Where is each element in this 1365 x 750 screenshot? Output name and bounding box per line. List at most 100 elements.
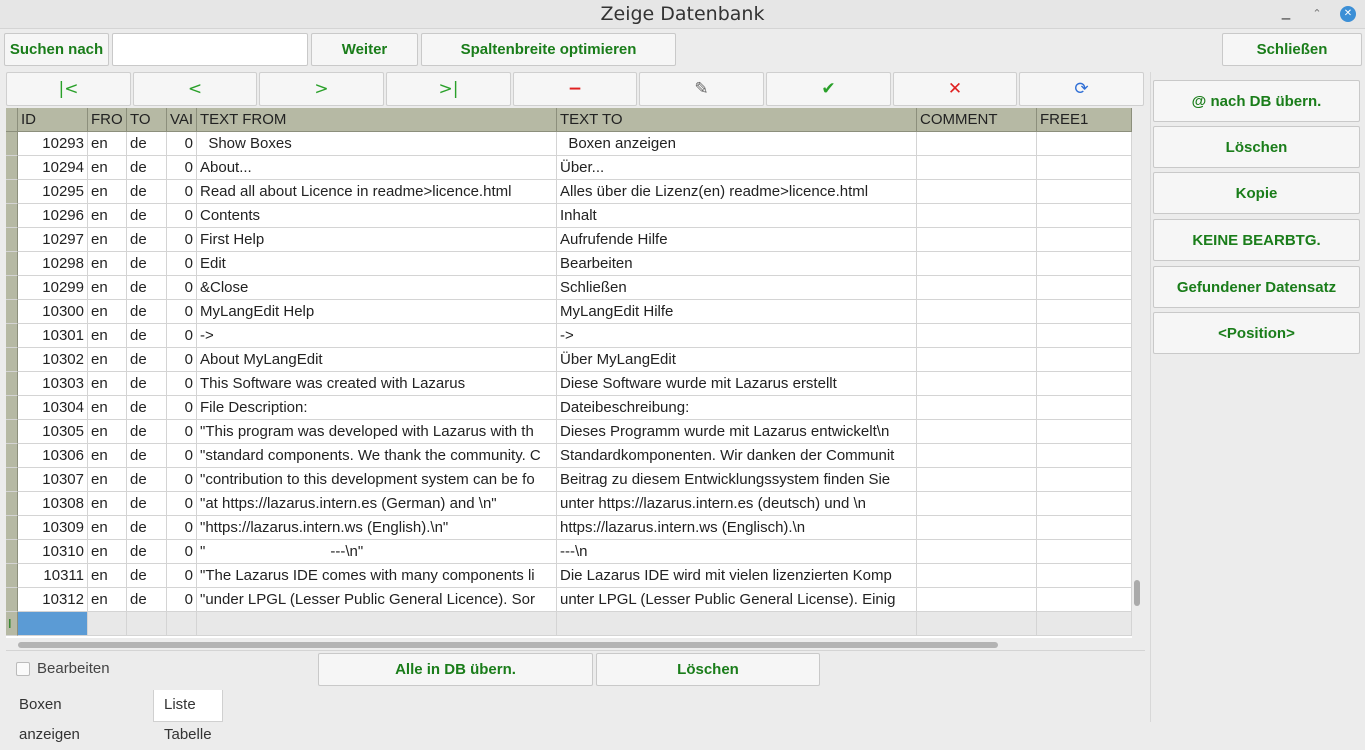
table-cell[interactable]: 0 xyxy=(167,564,197,588)
table-cell[interactable]: en xyxy=(88,564,127,588)
table-cell[interactable]: unter https://lazarus.intern.es (deutsch… xyxy=(557,492,917,516)
table-cell[interactable]: Contents xyxy=(197,204,557,228)
table-cell[interactable]: 0 xyxy=(167,492,197,516)
table-row[interactable]: 10296 en de 0 Contents Inhalt xyxy=(6,204,1132,228)
tab-list-table[interactable]: Liste Tabelle xyxy=(153,690,223,743)
table-cell[interactable]: en xyxy=(88,300,127,324)
table-cell[interactable]: en xyxy=(88,228,127,252)
table-cell[interactable]: 0 xyxy=(167,540,197,564)
table-cell[interactable]: en xyxy=(88,132,127,156)
row-indicator[interactable] xyxy=(6,468,18,492)
table-cell[interactable]: 0 xyxy=(167,300,197,324)
table-cell[interactable]: 10299 xyxy=(18,276,88,300)
column-header[interactable]: TO xyxy=(127,108,167,132)
table-cell[interactable]: Show Boxes xyxy=(197,132,557,156)
table-cell[interactable]: Diese Software wurde mit Lazarus erstell… xyxy=(557,372,917,396)
table-cell[interactable]: en xyxy=(88,444,127,468)
table-cell[interactable]: 0 xyxy=(167,276,197,300)
table-cell[interactable]: File Description: xyxy=(197,396,557,420)
apply-to-db-button[interactable]: @ nach DB übern. xyxy=(1153,80,1360,122)
first-record-button[interactable]: |< xyxy=(6,72,131,106)
column-header[interactable]: COMMENT xyxy=(917,108,1037,132)
table-cell[interactable]: Inhalt xyxy=(557,204,917,228)
table-cell[interactable]: en xyxy=(88,276,127,300)
table-cell[interactable]: 0 xyxy=(167,396,197,420)
table-cell[interactable]: 10311 xyxy=(18,564,88,588)
row-indicator[interactable] xyxy=(6,156,18,180)
search-label-button[interactable]: Suchen nach xyxy=(4,33,109,66)
optimize-columns-button[interactable]: Spaltenbreite optimieren xyxy=(421,33,676,66)
table-cell[interactable] xyxy=(1037,252,1132,276)
table-cell[interactable]: en xyxy=(88,156,127,180)
edit-checkbox[interactable] xyxy=(16,662,30,676)
table-cell[interactable] xyxy=(1037,132,1132,156)
column-header[interactable]: FRO xyxy=(88,108,127,132)
table-row[interactable]: 10306 en de 0 "standard components. We thank… xyxy=(6,444,1132,468)
row-indicator[interactable] xyxy=(6,276,18,300)
table-cell[interactable]: Über MyLangEdit xyxy=(557,348,917,372)
post-record-button[interactable]: ✔ xyxy=(766,72,891,106)
table-cell[interactable]: de xyxy=(127,516,167,540)
table-row[interactable]: 10307 en de 0 "contribution to this developm… xyxy=(6,468,1132,492)
table-cell[interactable] xyxy=(917,276,1037,300)
table-cell[interactable]: 10301 xyxy=(18,324,88,348)
delete-all-button[interactable]: Löschen xyxy=(596,653,820,686)
table-cell[interactable] xyxy=(127,612,167,636)
table-cell[interactable] xyxy=(1037,396,1132,420)
row-indicator[interactable] xyxy=(6,564,18,588)
table-cell[interactable] xyxy=(1037,348,1132,372)
table-cell[interactable]: 10310 xyxy=(18,540,88,564)
table-cell[interactable]: de xyxy=(127,468,167,492)
table-cell[interactable]: &Close xyxy=(197,276,557,300)
table-cell[interactable]: de xyxy=(127,492,167,516)
row-indicator[interactable] xyxy=(6,420,18,444)
table-cell[interactable] xyxy=(1037,492,1132,516)
table-cell[interactable]: en xyxy=(88,324,127,348)
next-button[interactable]: Weiter xyxy=(311,33,418,66)
table-cell[interactable]: de xyxy=(127,588,167,612)
copy-button[interactable]: Kopie xyxy=(1153,172,1360,214)
table-cell[interactable]: de xyxy=(127,564,167,588)
table-row[interactable]: 10302 en de 0 About MyLangEdit Über MyLangEdi… xyxy=(6,348,1132,372)
table-cell[interactable]: 0 xyxy=(167,132,197,156)
table-cell[interactable]: 10308 xyxy=(18,492,88,516)
delete-button[interactable]: Löschen xyxy=(1153,126,1360,168)
table-cell[interactable]: Beitrag zu diesem Entwicklungssystem fin… xyxy=(557,468,917,492)
table-cell[interactable]: 10296 xyxy=(18,204,88,228)
table-cell[interactable]: First Help xyxy=(197,228,557,252)
table-cell[interactable]: 10297 xyxy=(18,228,88,252)
table-cell[interactable] xyxy=(1037,180,1132,204)
table-row[interactable]: 10308 en de 0 "at https://lazarus.intern.es … xyxy=(6,492,1132,516)
row-indicator[interactable] xyxy=(6,372,18,396)
row-indicator[interactable] xyxy=(6,180,18,204)
table-cell[interactable] xyxy=(917,180,1037,204)
row-indicator[interactable] xyxy=(6,204,18,228)
table-cell[interactable] xyxy=(557,612,917,636)
table-cell[interactable]: 10295 xyxy=(18,180,88,204)
table-row[interactable]: 10312 en de 0 "under LPGL (Lesser Public Gen… xyxy=(6,588,1132,612)
table-cell[interactable]: de xyxy=(127,204,167,228)
table-cell[interactable]: en xyxy=(88,468,127,492)
table-cell[interactable]: 0 xyxy=(167,324,197,348)
table-row[interactable]: 10305 en de 0 "This program was developed wi… xyxy=(6,420,1132,444)
table-cell[interactable] xyxy=(917,588,1037,612)
table-cell[interactable] xyxy=(917,420,1037,444)
table-cell[interactable]: en xyxy=(88,348,127,372)
table-cell[interactable]: 10312 xyxy=(18,588,88,612)
table-cell[interactable]: 10305 xyxy=(18,420,88,444)
row-indicator[interactable] xyxy=(6,132,18,156)
new-record-row[interactable]: I xyxy=(6,612,1132,636)
table-cell[interactable]: Über... xyxy=(557,156,917,180)
table-cell[interactable]: Boxen anzeigen xyxy=(557,132,917,156)
table-cell[interactable]: de xyxy=(127,300,167,324)
column-header[interactable]: ID xyxy=(18,108,88,132)
next-record-button[interactable]: > xyxy=(259,72,384,106)
found-record-button[interactable]: Gefundener Datensatz xyxy=(1153,266,1360,308)
table-cell[interactable]: 0 xyxy=(167,252,197,276)
column-header[interactable]: TEXT FROM xyxy=(197,108,557,132)
table-cell[interactable]: en xyxy=(88,492,127,516)
table-cell[interactable] xyxy=(917,540,1037,564)
table-cell[interactable] xyxy=(1037,156,1132,180)
row-indicator[interactable] xyxy=(6,252,18,276)
table-cell[interactable] xyxy=(917,396,1037,420)
